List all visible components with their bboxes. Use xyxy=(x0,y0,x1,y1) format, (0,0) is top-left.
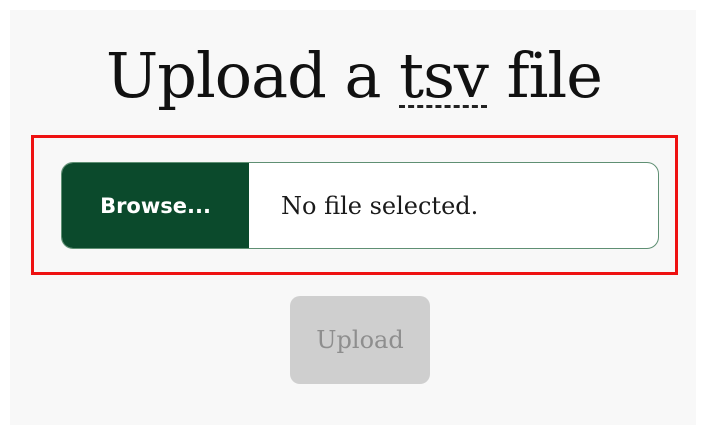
page-title: Upload a tsv file xyxy=(0,36,708,116)
title-suffix: file xyxy=(487,39,603,112)
title-prefix: Upload a xyxy=(106,39,400,112)
file-status-text: No file selected. xyxy=(281,191,479,220)
file-input[interactable]: Browse... No file selected. xyxy=(61,162,659,249)
tsv-abbreviation: tsv xyxy=(399,39,489,112)
upload-button[interactable]: Upload xyxy=(290,296,430,384)
browse-button[interactable]: Browse... xyxy=(62,163,249,248)
